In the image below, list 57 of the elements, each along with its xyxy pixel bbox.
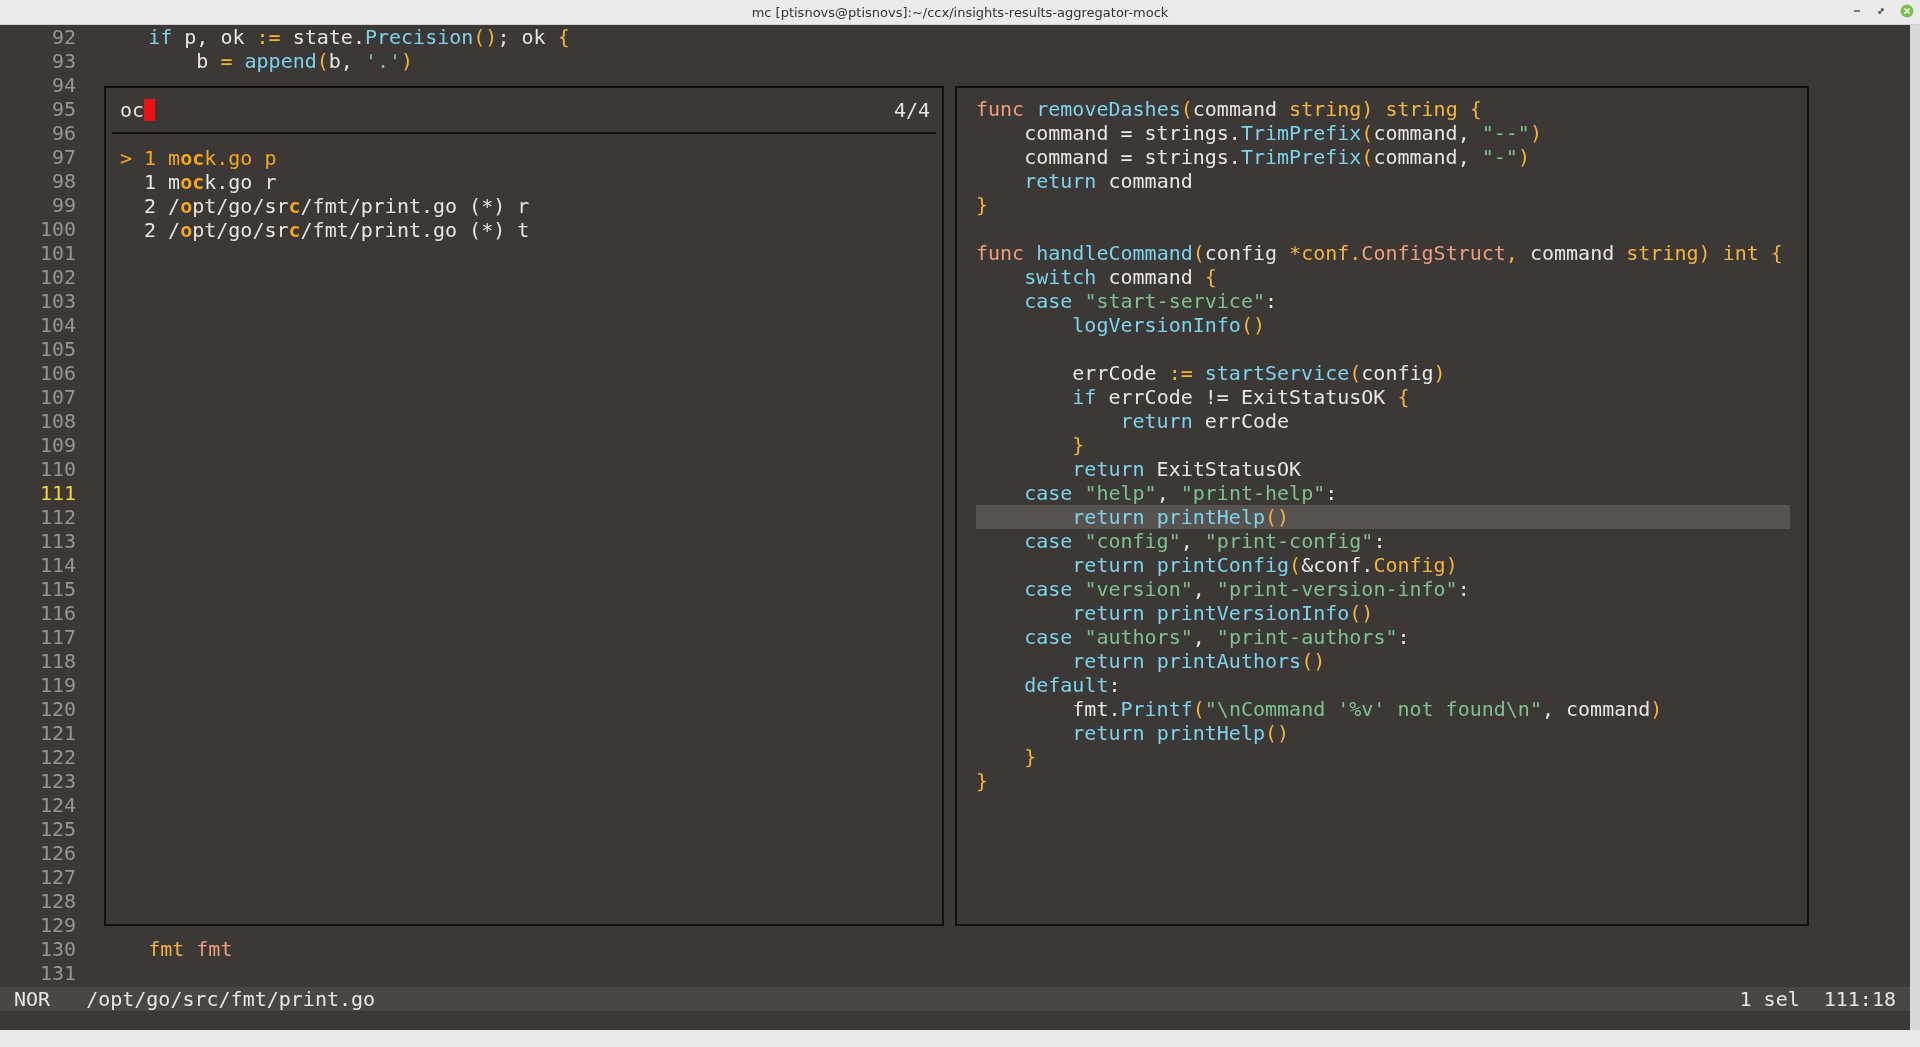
line-number: 109 — [38, 433, 76, 457]
line-number: 119 — [38, 673, 76, 697]
line-number: 124 — [38, 793, 76, 817]
line-number: 108 — [38, 409, 76, 433]
line-number: 115 — [38, 577, 76, 601]
text-cursor — [144, 99, 156, 121]
line-number: 102 — [38, 265, 76, 289]
line-number: 127 — [38, 865, 76, 889]
line-number: 126 — [38, 841, 76, 865]
picker-item[interactable]: > 1 mock.go p — [106, 146, 942, 170]
line-number: 100 — [38, 217, 76, 241]
line-number: 122 — [38, 745, 76, 769]
line-number: 104 — [38, 313, 76, 337]
line-number: 130 — [38, 937, 76, 961]
line-number: 106 — [38, 361, 76, 385]
line-number: 117 — [38, 625, 76, 649]
window-title: mc [ptisnovs@ptisnovs]:~/ccx/insights-results-aggregator-mock — [751, 4, 1169, 20]
mode-indicator: NOR — [14, 987, 51, 1011]
line-number: 98 — [50, 169, 76, 193]
line-number: 125 — [38, 817, 76, 841]
line-number: 97 — [50, 145, 76, 169]
match-count: 4/4 — [893, 98, 930, 122]
line-number: 129 — [38, 913, 76, 937]
line-number: 107 — [38, 385, 76, 409]
close-icon[interactable] — [1900, 4, 1914, 18]
line-number: 93 — [50, 49, 76, 73]
line-number: 116 — [38, 601, 76, 625]
cursor-position: 111:18 — [1823, 987, 1896, 1011]
picker-item[interactable]: 2 /opt/go/src/fmt/print.go (*) t — [106, 218, 942, 242]
line-number: 131 — [38, 961, 76, 985]
line-number: 103 — [38, 289, 76, 313]
line-number: 110 — [38, 457, 76, 481]
line-number: 99 — [50, 193, 76, 217]
line-number: 118 — [38, 649, 76, 673]
selection-count: 1 sel — [1739, 987, 1800, 1011]
restore-icon[interactable] — [1876, 6, 1886, 16]
line-number: 120 — [38, 697, 76, 721]
line-number: 113 — [38, 529, 76, 553]
search-field[interactable]: oc — [120, 98, 145, 122]
line-number: 123 — [38, 769, 76, 793]
line-number: 114 — [38, 553, 76, 577]
file-path: /opt/go/src/fmt/print.go — [86, 987, 376, 1011]
line-number: 96 — [50, 121, 76, 145]
line-number: 95 — [50, 97, 76, 121]
picker-item[interactable]: 2 /opt/go/src/fmt/print.go (*) r — [106, 194, 942, 218]
code-line: b = append(b, '.') — [195, 49, 414, 73]
line-number: 105 — [38, 337, 76, 361]
code-line: fmt fmt — [147, 937, 233, 961]
line-number: 128 — [38, 889, 76, 913]
picker-item[interactable]: 1 mock.go r — [106, 170, 942, 194]
line-number: 101 — [38, 241, 76, 265]
line-number: 92 — [50, 25, 76, 49]
code-line: if p, ok := state.Precision(); ok { — [147, 25, 570, 49]
line-number: 94 — [50, 73, 76, 97]
line-number: 111 — [38, 481, 76, 505]
line-number: 112 — [38, 505, 76, 529]
line-number: 121 — [38, 721, 76, 745]
